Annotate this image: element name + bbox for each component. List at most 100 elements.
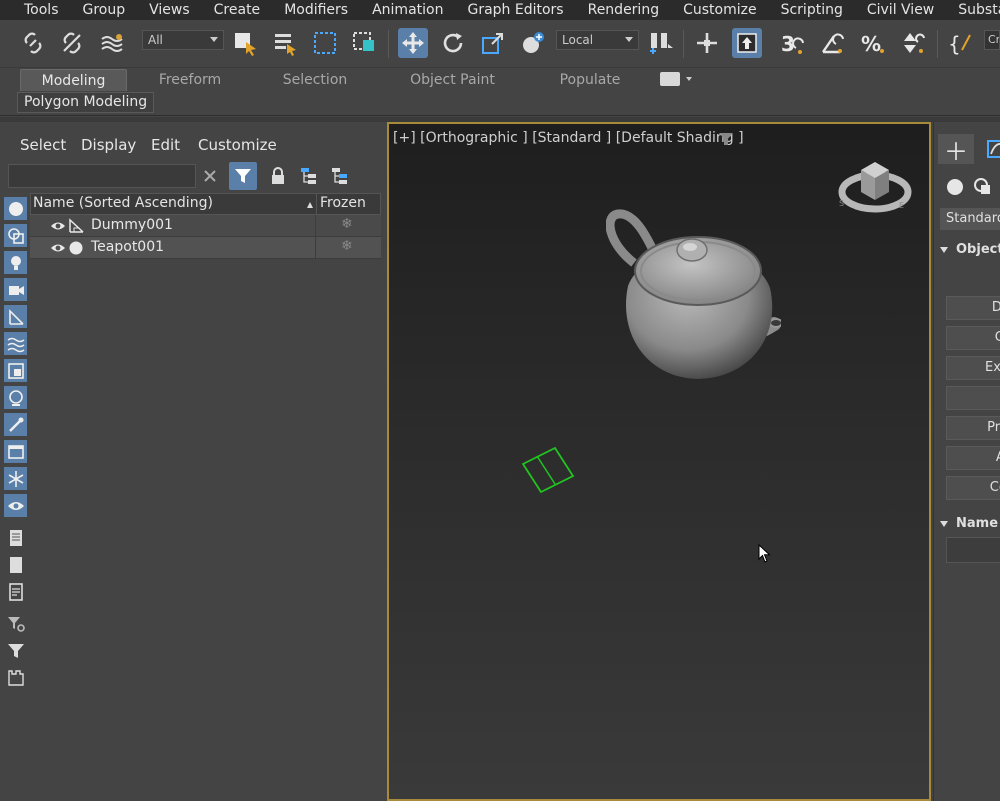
link-button[interactable]	[18, 28, 48, 58]
display-space-warps-button[interactable]	[4, 332, 27, 355]
viewport-label-menu[interactable]: [+] [Orthographic ] [Standard ] [Default…	[393, 130, 744, 146]
column-name-header[interactable]: Name (Sorted Ascending)	[33, 195, 213, 211]
menu-rendering[interactable]: Rendering	[576, 0, 672, 20]
tab-modeling[interactable]: Modeling	[20, 69, 127, 91]
explorer-menu-customize[interactable]: Customize	[198, 136, 277, 154]
orthographic-viewport[interactable]: [+] [Orthographic ] [Standard ] [Default…	[387, 122, 931, 801]
column-frozen-header[interactable]: Frozen	[320, 195, 366, 211]
explorer-search-input[interactable]	[8, 164, 196, 188]
move-button[interactable]	[398, 28, 428, 58]
display-lights-button[interactable]	[4, 251, 27, 274]
menu-animation[interactable]: Animation	[360, 0, 455, 20]
edit-named-selection-button[interactable]: {	[946, 28, 976, 58]
object-type-button[interactable]: Cr	[946, 326, 1000, 350]
display-shapes-button[interactable]	[4, 224, 27, 247]
display-cameras-button[interactable]	[4, 278, 27, 301]
display-none-button[interactable]	[4, 553, 27, 576]
tab-object-paint[interactable]: Object Paint	[400, 69, 505, 91]
select-object-button[interactable]	[230, 28, 260, 58]
rectangular-selection-button[interactable]	[310, 28, 340, 58]
display-groups-button[interactable]	[4, 359, 27, 382]
filter-toggle-button[interactable]	[229, 162, 257, 190]
display-hidden-button[interactable]	[4, 494, 27, 517]
menu-graph-editors[interactable]: Graph Editors	[455, 0, 575, 20]
keyboard-shortcut-override-button[interactable]	[732, 28, 762, 58]
dummy-helper-object[interactable]	[519, 442, 579, 498]
eye-icon[interactable]	[50, 241, 66, 255]
clear-search-button[interactable]	[198, 164, 222, 188]
window-crossing-icon	[353, 32, 374, 51]
menu-modifiers[interactable]: Modifiers	[272, 0, 360, 20]
explorer-menu-display[interactable]: Display	[81, 136, 136, 154]
layer-view-button[interactable]	[328, 164, 352, 188]
table-row[interactable]: Teapot001 ❄	[30, 237, 381, 259]
menu-group[interactable]: Group	[71, 0, 138, 20]
display-all-button[interactable]	[4, 526, 27, 549]
svg-text:%: %	[861, 32, 881, 56]
hierarchy-sort-button[interactable]	[297, 164, 321, 188]
eye-icon[interactable]	[50, 219, 66, 233]
snowflake-icon[interactable]: ❄	[341, 238, 353, 254]
display-helpers-button[interactable]	[4, 305, 27, 328]
object-name-input[interactable]	[946, 537, 1000, 563]
explorer-menu-select[interactable]: Select	[20, 136, 66, 154]
menu-create[interactable]: Create	[202, 0, 273, 20]
menu-scripting[interactable]: Scripting	[769, 0, 855, 20]
select-by-area-button[interactable]	[4, 666, 27, 689]
angle-snap-button[interactable]	[818, 28, 848, 58]
object-type-button[interactable]: Cor	[946, 476, 1000, 500]
reference-coordinate-dropdown[interactable]: Local	[556, 30, 639, 50]
pivot-point-button[interactable]	[646, 28, 676, 58]
scale-button[interactable]	[478, 28, 508, 58]
table-row[interactable]: Dummy001 ❄	[30, 215, 381, 237]
tab-selection[interactable]: Selection	[270, 69, 360, 91]
rotate-button[interactable]	[438, 28, 468, 58]
menu-substance[interactable]: Substance	[946, 0, 1000, 20]
tab-populate[interactable]: Populate	[550, 69, 630, 91]
display-bones-button[interactable]	[4, 413, 27, 436]
menu-tools[interactable]: Tools	[0, 0, 71, 20]
window-crossing-button[interactable]	[349, 28, 379, 58]
selection-filter-dropdown[interactable]: All	[142, 30, 224, 50]
object-type-button[interactable]: P	[946, 386, 1000, 410]
named-selection-set-input[interactable]: Cr	[984, 30, 1000, 50]
display-invert-button[interactable]	[4, 580, 27, 603]
filter-button[interactable]	[4, 639, 27, 662]
object-type-button[interactable]: Expo	[946, 356, 1000, 380]
polygon-modeling-panel-tab[interactable]: Polygon Modeling	[17, 92, 155, 113]
snaps-toggle-button[interactable]: 3	[778, 28, 808, 58]
lock-button[interactable]	[266, 164, 290, 188]
viewcube-icon[interactable]: S E	[835, 152, 915, 222]
unlink-button[interactable]	[57, 28, 87, 58]
shapes-icon[interactable]	[972, 176, 994, 198]
display-frozen-button[interactable]	[4, 467, 27, 490]
filter-settings-button[interactable]	[4, 612, 27, 635]
object-type-button[interactable]: Prot	[946, 416, 1000, 440]
menu-civil-view[interactable]: Civil View	[855, 0, 946, 20]
select-cursor-icon	[235, 33, 256, 56]
object-type-button[interactable]: Du	[946, 296, 1000, 320]
tab-freeform[interactable]: Freeform	[145, 69, 235, 91]
menu-customize[interactable]: Customize	[671, 0, 769, 20]
explorer-menu-edit[interactable]: Edit	[151, 136, 180, 154]
spinner-snap-button[interactable]	[898, 28, 928, 58]
modify-tab[interactable]	[978, 134, 1000, 164]
display-xrefs-button[interactable]	[4, 386, 27, 409]
object-type-button[interactable]: Ar	[946, 446, 1000, 470]
teapot-object[interactable]	[606, 208, 781, 383]
snowflake-icon[interactable]: ❄	[341, 216, 353, 232]
bind-space-warp-button[interactable]	[97, 28, 127, 58]
place-button[interactable]	[518, 28, 548, 58]
display-geometry-button[interactable]	[4, 197, 27, 220]
name-and-color-rollout[interactable]: Name	[940, 516, 998, 531]
object-category-dropdown[interactable]: Standard	[940, 208, 1000, 230]
menu-views[interactable]: Views	[137, 0, 202, 20]
percent-snap-button[interactable]: %	[858, 28, 888, 58]
select-by-name-button[interactable]	[270, 28, 300, 58]
geometry-sphere-icon[interactable]	[944, 176, 966, 198]
object-type-rollout[interactable]: Object	[940, 242, 1000, 257]
display-containers-button[interactable]	[4, 440, 27, 463]
ribbon-options-button[interactable]	[660, 72, 680, 86]
create-tab[interactable]: ＋	[938, 134, 974, 166]
select-manipulate-button[interactable]	[692, 28, 722, 58]
